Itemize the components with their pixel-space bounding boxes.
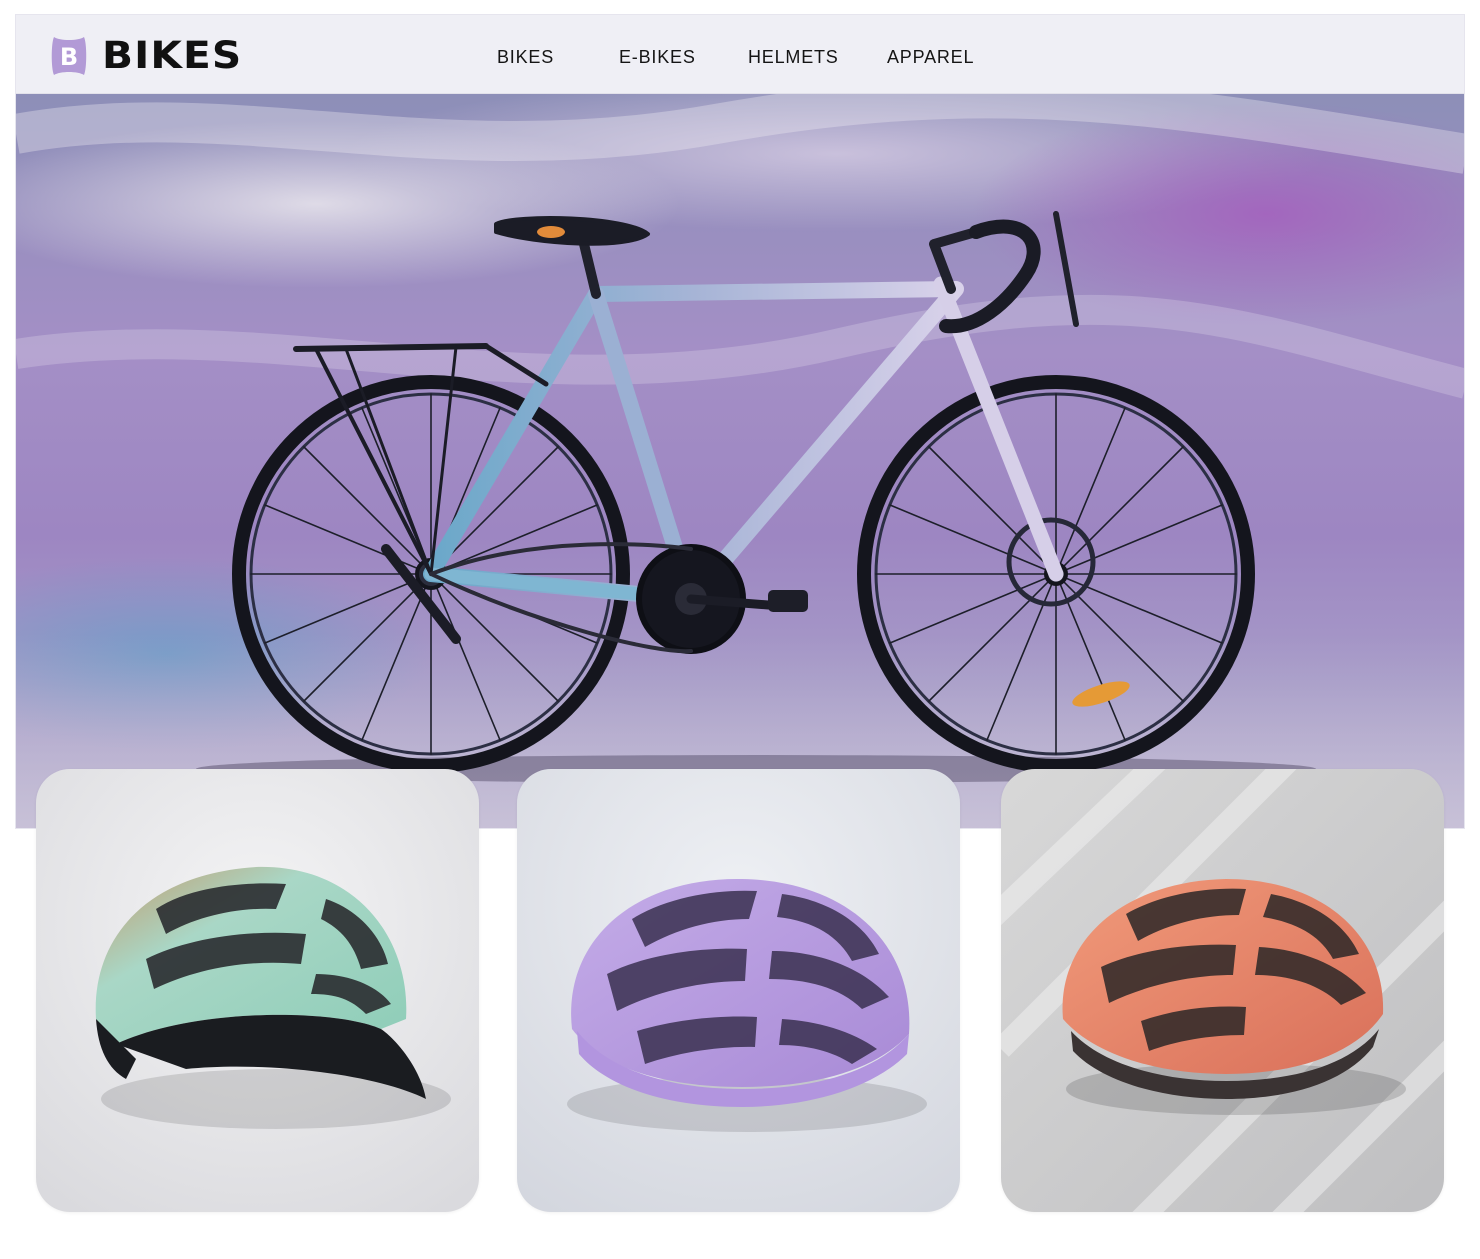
lavender-helmet-image (517, 769, 960, 1212)
coral-helmet-image (1001, 769, 1444, 1212)
nav-item-bikes[interactable]: BIKES (497, 15, 554, 94)
hero-banner (16, 94, 1464, 828)
product-card-lavender-helmet[interactable] (517, 769, 960, 1212)
main-nav: BIKES E-BIKES HELMETS APPAREL (16, 15, 1464, 94)
product-card-coral-helmet[interactable] (1001, 769, 1444, 1212)
nav-item-helmets[interactable]: HELMETS (748, 15, 839, 94)
nav-item-apparel[interactable]: APPAREL (887, 15, 974, 94)
road-bike-image (16, 94, 1464, 828)
site-header: B BIKES BIKES E-BIKES HELMETS APPAREL (16, 15, 1464, 94)
page-frame: B BIKES BIKES E-BIKES HELMETS APPAREL (15, 14, 1465, 829)
product-card-mint-helmet[interactable] (36, 769, 479, 1212)
nav-item-e-bikes[interactable]: E-BIKES (619, 15, 696, 94)
mint-helmet-image (36, 769, 479, 1212)
